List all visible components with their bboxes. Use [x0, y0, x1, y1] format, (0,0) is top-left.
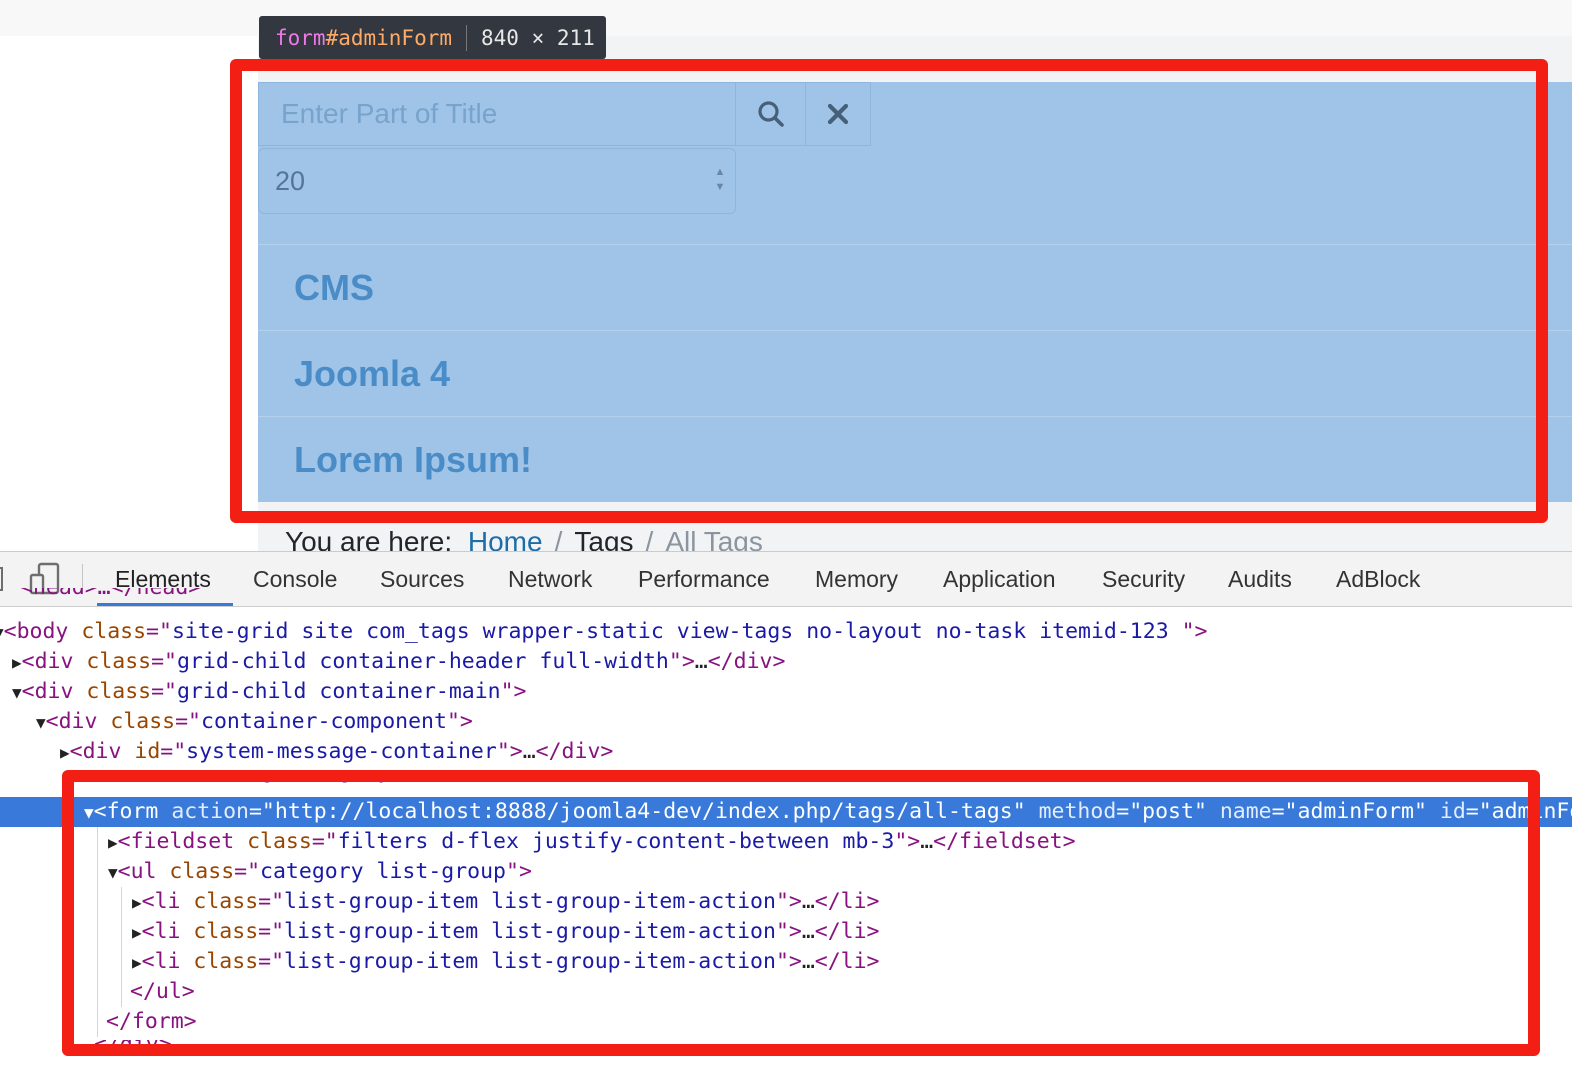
breadcrumb-home-link[interactable]: Home: [468, 526, 543, 551]
expand-triangle-icon: ▼: [36, 713, 46, 732]
collapsed-triangle-icon: ▶: [12, 653, 22, 672]
breadcrumb-divider: /: [645, 526, 654, 551]
div-header-class-value: grid-child container-header full-width: [177, 649, 669, 674]
expand-triangle-icon: ▼: [12, 683, 22, 702]
annotation-box-form: [230, 59, 1548, 523]
dom-line-body[interactable]: ▼<body class="site-grid site com_tags wr…: [0, 617, 1207, 647]
page-top-strip: [0, 0, 1572, 36]
div-component-class-value: container-component: [201, 709, 447, 734]
breadcrumb-tags[interactable]: Tags: [574, 526, 633, 551]
tooltip-dimensions: 840 × 211: [481, 25, 595, 50]
tab-audits[interactable]: Audits: [1228, 552, 1292, 606]
breadcrumb-prefix: You are here:: [285, 526, 453, 551]
tooltip-tag: form: [275, 25, 326, 50]
tab-memory[interactable]: Memory: [815, 552, 898, 606]
collapsed-triangle-icon: ▶: [60, 743, 70, 762]
breadcrumb-divider: /: [554, 526, 563, 551]
tooltip-id: #adminForm: [325, 25, 453, 50]
tab-network[interactable]: Network: [508, 552, 592, 606]
dom-line-div-main[interactable]: ▼<div class="grid-child container-main">: [12, 677, 527, 707]
tooltip-separator: [466, 24, 468, 51]
div-message-id-value: system-message-container: [186, 739, 497, 764]
tab-application[interactable]: Application: [943, 552, 1056, 606]
inspect-element-icon[interactable]: [0, 566, 6, 592]
breadcrumb-current: All Tags: [665, 526, 763, 551]
dom-line-div-component[interactable]: ▼<div class="container-component">: [36, 707, 473, 737]
dom-line-div-header[interactable]: ▶<div class="grid-child container-header…: [12, 647, 785, 677]
devtools-toolbar: Elements Console Sources Network Perform…: [0, 552, 1572, 607]
tab-sources[interactable]: Sources: [380, 552, 464, 606]
tab-security[interactable]: Security: [1102, 552, 1185, 606]
dom-line-head[interactable]: <head>…</head>: [20, 588, 201, 605]
breadcrumb: You are here: Home / Tags / All Tags: [285, 524, 763, 551]
annotation-box-dom: [62, 770, 1540, 1056]
tab-console[interactable]: Console: [253, 552, 337, 606]
inspector-tooltip: form #adminForm 840 × 211: [259, 16, 606, 59]
body-class-value: site-grid site com_tags wrapper-static v…: [171, 619, 1182, 644]
head-tag: <head>…</head>: [20, 588, 201, 600]
div-main-class-value: grid-child container-main: [177, 679, 501, 704]
tab-performance[interactable]: Performance: [638, 552, 770, 606]
dom-line-div-message[interactable]: ▶<div id="system-message-container">…</d…: [60, 737, 613, 767]
tab-adblock[interactable]: AdBlock: [1336, 552, 1420, 606]
